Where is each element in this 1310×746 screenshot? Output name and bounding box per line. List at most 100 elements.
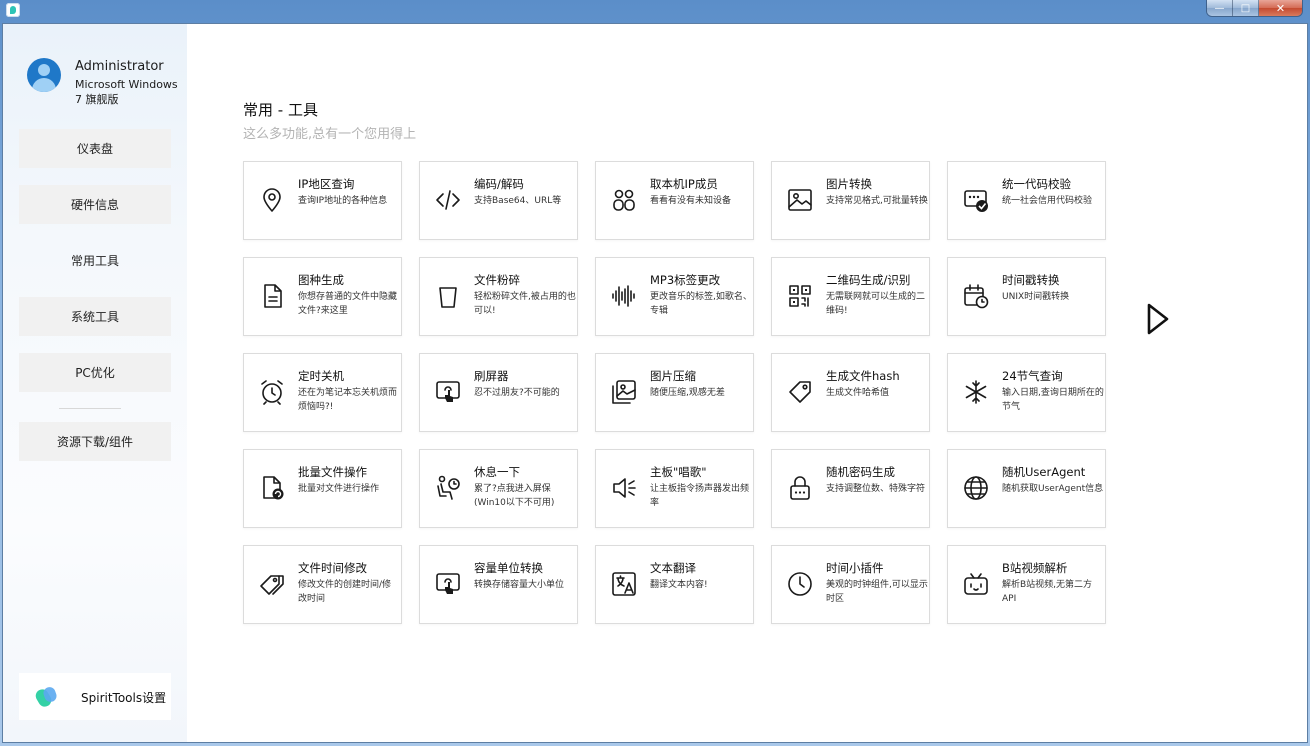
sidebar-item-downloads[interactable]: 资源下载/组件 [19,422,171,461]
tool-title: 随机密码生成 [826,464,928,480]
lock-icon [786,474,814,502]
touch-screen-icon [434,378,462,406]
tool-card[interactable]: 图种生成你想存普通的文件中隐藏文件?来这里 [243,257,402,336]
tool-title: 时间戳转换 [1002,272,1104,288]
code-icon [434,186,462,214]
close-button[interactable]: ✕ [1259,0,1302,16]
tool-card[interactable]: 统一代码校验统一社会信用代码校验 [947,161,1106,240]
tool-description: 美观的时钟组件,可以显示时区 [826,578,928,606]
tool-title: B站视频解析 [1002,560,1104,576]
sidebar: Administrator Microsoft Windows 7 旗舰版 仪表… [3,24,187,742]
tool-card[interactable]: 文件时间修改修改文件的创建时间/修改时间 [243,545,402,624]
tool-description: 你想存普通的文件中隐藏文件?来这里 [298,290,400,318]
maximize-button[interactable]: □ [1233,0,1259,16]
rest-icon [434,474,462,502]
tool-card[interactable]: 生成文件hash生成文件哈希值 [771,353,930,432]
tool-card[interactable]: IP地区查询查询IP地址的各种信息 [243,161,402,240]
sidebar-item-dashboard[interactable]: 仪表盘 [19,129,171,168]
verify-badge-icon [962,186,990,214]
tool-card[interactable]: 二维码生成/识别无需联网就可以生成的二维码! [771,257,930,336]
tool-card[interactable]: 编码/解码支持Base64、URL等 [419,161,578,240]
sidebar-item-hardware-info[interactable]: 硬件信息 [19,185,171,224]
tool-card[interactable]: 随机UserAgent随机获取UserAgent信息 [947,449,1106,528]
minimize-button[interactable]: — [1207,0,1233,16]
tool-title: 取本机IP成员 [650,176,752,192]
tool-card[interactable]: 批量文件操作批量对文件进行操作 [243,449,402,528]
file-sync-icon [258,474,286,502]
tool-description: 修改文件的创建时间/修改时间 [298,578,400,606]
tool-card[interactable]: 取本机IP成员看看有没有未知设备 [595,161,754,240]
tool-card[interactable]: 定时关机还在为笔记本忘关机烦而烦恼吗?! [243,353,402,432]
tool-description: 翻译文本内容! [650,578,752,592]
tool-card[interactable]: 图片转换支持常见格式,可批量转换 [771,161,930,240]
tool-card[interactable]: 24节气查询输入日期,查询日期所在的节气 [947,353,1106,432]
tool-title: 文件粉碎 [474,272,576,288]
tool-description: 支持Base64、URL等 [474,194,576,208]
tool-card[interactable]: 文本翻译翻译文本内容! [595,545,754,624]
tool-description: 随机获取UserAgent信息 [1002,482,1104,496]
window-controls: — □ ✕ [1207,0,1302,16]
tool-title: 图片转换 [826,176,928,192]
tool-title: IP地区查询 [298,176,400,192]
bilibili-tv-icon [962,570,990,598]
settings-button[interactable]: SpiritTools设置 [19,673,171,720]
globe-icon [962,474,990,502]
tool-card[interactable]: MP3标签更改更改音乐的标签,如歌名、专辑 [595,257,754,336]
sidebar-item-common-tools[interactable]: 常用工具 [19,241,171,280]
speaker-icon [610,474,638,502]
tool-description: 统一社会信用代码校验 [1002,194,1104,208]
tool-card[interactable]: 文件粉碎轻松粉碎文件,被占用的也可以! [419,257,578,336]
tool-description: 累了?点我进入屏保(Win10以下不可用) [474,482,576,510]
app-window: Administrator Microsoft Windows 7 旗舰版 仪表… [3,24,1307,742]
tool-card[interactable]: 刷屏器忍不过朋友?不可能的 [419,353,578,432]
tool-title: 文本翻译 [650,560,752,576]
title-bar[interactable]: — □ ✕ [0,0,1310,24]
settings-label: SpiritTools设置 [81,689,166,706]
spirittools-logo-icon [37,687,57,707]
audio-wave-icon [610,282,638,310]
tool-description: 更改音乐的标签,如歌名、专辑 [650,290,752,318]
main-content: 常用 - 工具 这么多功能,总有一个您用得上 IP地区查询查询IP地址的各种信息… [187,24,1307,742]
tool-card[interactable]: 主板"唱歌" 让主板指令扬声器发出频率 [595,449,754,528]
snowflake-icon [962,378,990,406]
tool-description: 解析B站视频,无第二方API [1002,578,1104,606]
tool-description: 还在为笔记本忘关机烦而烦恼吗?! [298,386,400,414]
tool-title: 图种生成 [298,272,400,288]
trash-icon [434,282,462,310]
tool-title: 时间小插件 [826,560,928,576]
page-subtitle: 这么多功能,总有一个您用得上 [243,123,416,142]
tool-description: 支持常见格式,可批量转换 [826,194,928,208]
location-pin-icon [258,186,286,214]
tool-card[interactable]: 时间小插件美观的时钟组件,可以显示时区 [771,545,930,624]
sidebar-item-system-tools[interactable]: 系统工具 [19,297,171,336]
tool-card[interactable]: 图片压缩随便压缩,观感无差 [595,353,754,432]
tool-title: 文件时间修改 [298,560,400,576]
tool-title: MP3标签更改 [650,272,752,288]
document-icon [258,282,286,310]
tool-card[interactable]: B站视频解析解析B站视频,无第二方API [947,545,1106,624]
next-page-arrow-icon[interactable] [1145,302,1171,336]
touch-screen-icon [434,570,462,598]
user-profile: Administrator Microsoft Windows 7 旗舰版 [3,24,187,124]
tool-card[interactable]: 容量单位转换转换存储容量大小单位 [419,545,578,624]
image-stack-icon [610,378,638,406]
tag-icon [786,378,814,406]
tool-title: 定时关机 [298,368,400,384]
tool-description: 让主板指令扬声器发出频率 [650,482,752,510]
tool-title: 刷屏器 [474,368,576,384]
tool-description: 支持调整位数、特殊字符 [826,482,928,496]
tool-card[interactable]: 休息一下累了?点我进入屏保(Win10以下不可用) [419,449,578,528]
avatar [27,58,61,92]
sidebar-item-pc-optimize[interactable]: PC优化 [19,353,171,392]
tool-description: 轻松粉碎文件,被占用的也可以! [474,290,576,318]
tool-title: 主板"唱歌" [650,464,752,480]
tool-title: 生成文件hash [826,368,928,384]
tool-card[interactable]: 随机密码生成支持调整位数、特殊字符 [771,449,930,528]
tool-card[interactable]: 时间戳转换UNIX时间戳转换 [947,257,1106,336]
tool-description: 批量对文件进行操作 [298,482,400,496]
app-logo-icon [6,3,20,17]
tool-title: 批量文件操作 [298,464,400,480]
tool-title: 统一代码校验 [1002,176,1104,192]
tool-title: 容量单位转换 [474,560,576,576]
tool-title: 24节气查询 [1002,368,1104,384]
